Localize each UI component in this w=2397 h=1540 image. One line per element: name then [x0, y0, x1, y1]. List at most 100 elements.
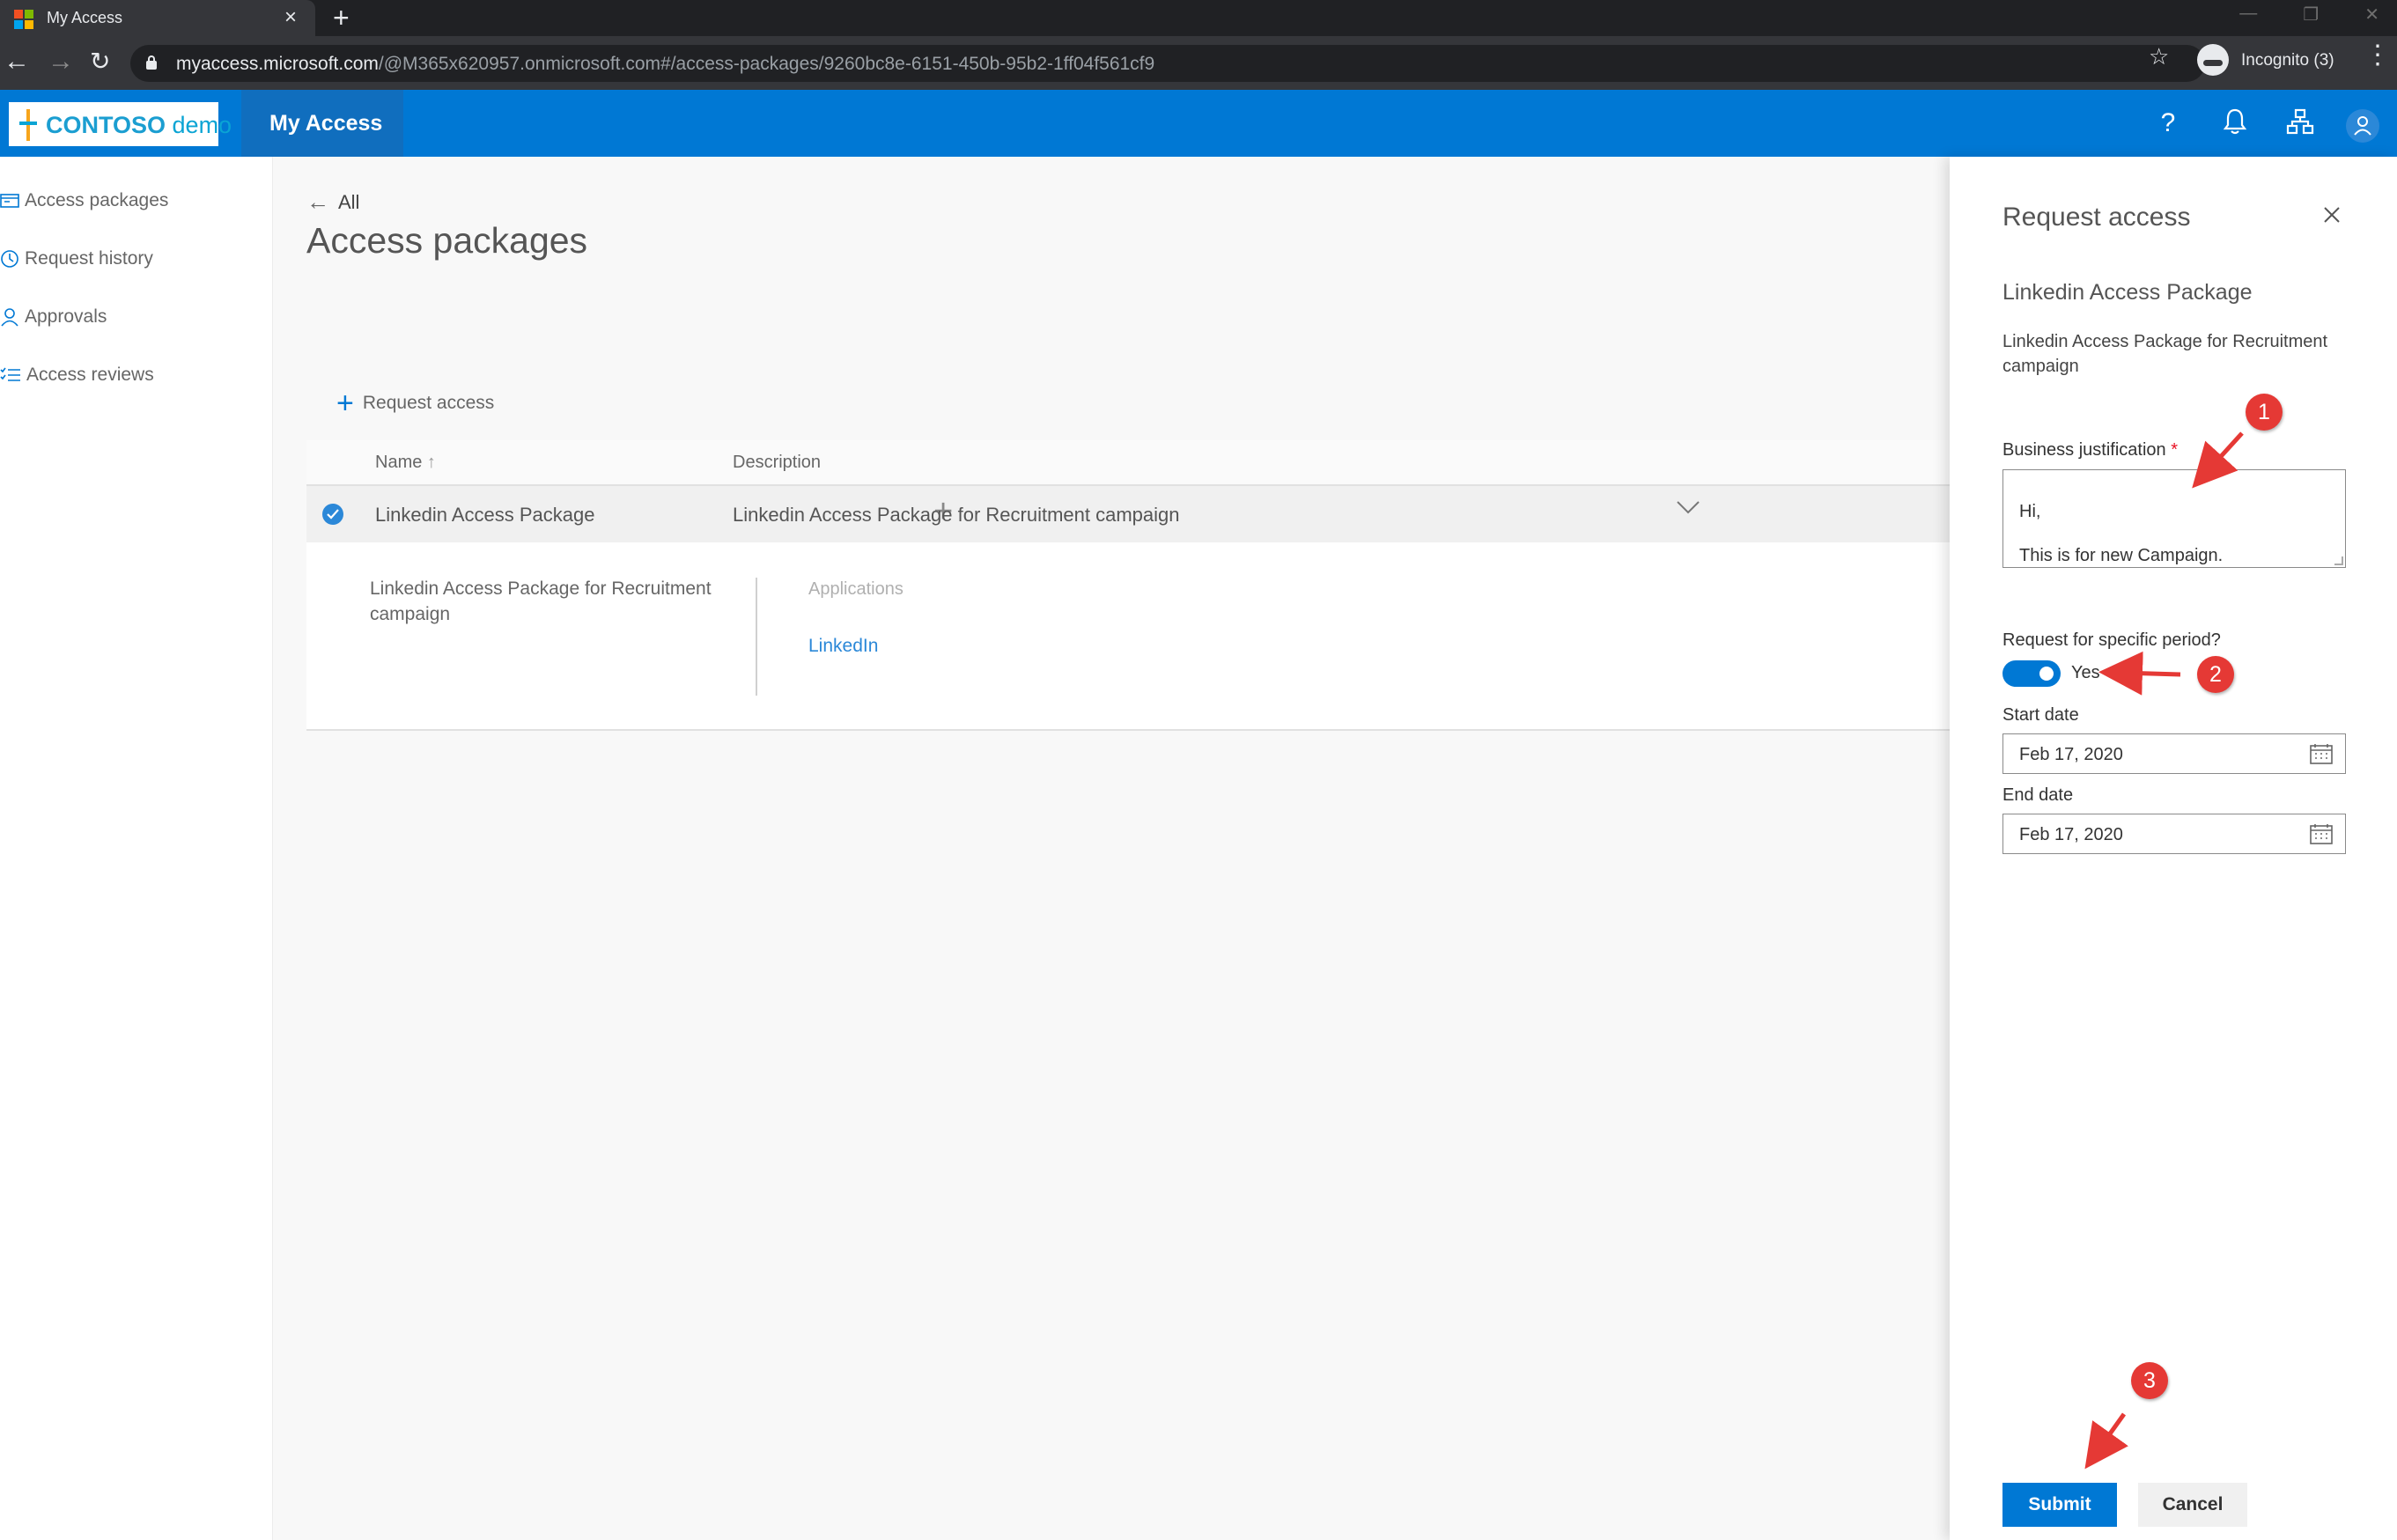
period-label: Request for specific period? — [2002, 630, 2221, 650]
cancel-button[interactable]: Cancel — [2138, 1483, 2247, 1527]
history-icon — [1, 250, 18, 268]
row-name: Linkedin Access Package — [375, 504, 595, 526]
browser-menu-icon[interactable]: ⋮ — [2364, 42, 2391, 69]
browser-toolbar: ← → ↻ myaccess.microsoft.com/@M365x62095… — [0, 36, 2397, 90]
back-arrow-icon: ← — [306, 188, 329, 215]
help-icon[interactable]: ? — [2152, 107, 2184, 139]
package-name: Linkedin Access Package — [2002, 280, 2253, 305]
calendar-icon[interactable] — [2310, 743, 2333, 764]
panel-title: Request access — [2002, 203, 2191, 232]
back-to-all-link[interactable]: ← All — [306, 188, 359, 216]
url-host: myaccess.microsoft.com — [176, 54, 379, 74]
sidebar-item-access-reviews[interactable]: Access reviews — [0, 357, 154, 393]
sidebar-item-label: Access packages — [25, 190, 169, 210]
tab-title: My Access — [47, 9, 123, 26]
access-packages-icon — [0, 194, 19, 208]
bookmark-star-icon[interactable]: ☆ — [2149, 45, 2169, 68]
incognito-indicator[interactable]: Incognito (3) — [2197, 44, 2338, 83]
detail-divider — [756, 578, 757, 696]
incognito-icon — [2197, 44, 2229, 76]
application-link-linkedin[interactable]: LinkedIn — [808, 636, 878, 657]
logo-mark-icon — [19, 109, 37, 141]
sidebar-item-label: Access reviews — [26, 365, 154, 385]
app-header: CONTOSO demo My Access ? — [0, 90, 2397, 157]
applications-label: Applications — [808, 579, 903, 599]
microsoft-logo-icon — [14, 10, 33, 29]
app-title-box[interactable]: My Access — [241, 90, 403, 157]
logo-suffix: demo — [172, 112, 232, 138]
url-text: myaccess.microsoft.com/@M365x620957.onmi… — [176, 54, 1154, 75]
sort-ascending-icon: ↑ — [426, 453, 436, 472]
logo-brand: CONTOSO — [46, 112, 166, 138]
column-name-label: Name — [375, 453, 423, 472]
page-title: Access packages — [306, 220, 588, 261]
table-header: Name ↑ Description — [306, 440, 1950, 486]
table-row[interactable]: Linkedin Access Package + Linkedin Acces… — [306, 486, 1950, 542]
person-icon — [1, 308, 18, 327]
annotation-badge-1: 1 — [2246, 394, 2283, 431]
request-access-panel: Request access Linkedin Access Package L… — [1950, 157, 2397, 1540]
required-mark: * — [2171, 440, 2179, 460]
app-title: My Access — [269, 111, 383, 136]
url-path: /@M365x620957.onmicrosoft.com#/access-pa… — [378, 54, 1155, 74]
command-bar: + Request access — [306, 388, 1950, 424]
chevron-down-icon[interactable] — [1677, 500, 1700, 514]
specific-period-toggle[interactable] — [2002, 660, 2061, 687]
start-date-value: Feb 17, 2020 — [2019, 745, 2123, 764]
end-date-value: Feb 17, 2020 — [2019, 825, 2123, 844]
browser-tab-strip: My Access × + — ❐ ✕ — [0, 0, 2397, 36]
left-navigation: Access packages Request history Approval… — [0, 157, 273, 1540]
end-date-label: End date — [2002, 785, 2074, 805]
new-tab-icon[interactable]: + — [333, 2, 350, 34]
column-header-description[interactable]: Description — [733, 453, 821, 473]
restore-icon[interactable]: ❐ — [2303, 4, 2319, 26]
row-selected-check-icon[interactable] — [322, 504, 343, 525]
justification-label-text: Business justification — [2002, 440, 2166, 460]
notification-bell-icon[interactable] — [2219, 107, 2251, 139]
business-justification-textarea[interactable]: Hi, This is for new Campaign. — [2002, 469, 2346, 568]
contoso-logo[interactable]: CONTOSO demo — [9, 102, 232, 146]
justification-value: Hi, This is for new Campaign. — [2019, 502, 2224, 565]
incognito-label: Incognito (3) — [2241, 51, 2334, 70]
back-label: All — [338, 190, 360, 213]
calendar-icon[interactable] — [2310, 823, 2333, 844]
user-avatar-icon[interactable] — [2346, 109, 2379, 143]
minimize-icon[interactable]: — — [2239, 4, 2257, 26]
reload-icon[interactable]: ↻ — [90, 47, 110, 76]
package-description: Linkedin Access Package for Recruitment … — [2002, 332, 2328, 376]
forward-icon[interactable]: → — [48, 47, 74, 77]
sidebar-item-access-packages[interactable]: Access packages — [0, 183, 168, 218]
sidebar-item-request-history[interactable]: Request history — [0, 241, 153, 276]
row-description: Linkedin Access Package for Recruitment … — [733, 504, 1180, 526]
logo-text: CONTOSO demo — [46, 112, 232, 139]
lock-icon — [146, 55, 157, 70]
row-detail: Linkedin Access Package for Recruitment … — [306, 542, 1950, 731]
main-content: ← All Access packages + Request access N… — [273, 157, 1950, 1540]
address-bar[interactable]: myaccess.microsoft.com/@M365x620957.onmi… — [130, 45, 2205, 82]
start-date-input[interactable]: Feb 17, 2020 — [2002, 733, 2346, 774]
end-date-input[interactable]: Feb 17, 2020 — [2002, 814, 2346, 854]
window-controls: — ❐ ✕ — [2239, 4, 2379, 26]
checklist-icon — [0, 367, 20, 381]
sidebar-item-approvals[interactable]: Approvals — [0, 299, 107, 335]
column-header-name[interactable]: Name ↑ — [375, 453, 436, 473]
access-packages-table: Name ↑ Description Linkedin Access Packa… — [306, 440, 1950, 731]
annotation-badge-2: 2 — [2197, 656, 2234, 693]
org-chart-icon[interactable] — [2284, 107, 2316, 139]
start-date-label: Start date — [2002, 705, 2079, 725]
request-access-button[interactable]: + Request access — [336, 388, 494, 418]
sidebar-item-label: Approvals — [25, 306, 107, 327]
close-window-icon[interactable]: ✕ — [2364, 4, 2379, 26]
request-access-label: Request access — [362, 393, 495, 413]
justification-label: Business justification * — [2002, 440, 2178, 461]
resize-grip-icon[interactable] — [2334, 556, 2343, 565]
detail-description: Linkedin Access Package for Recruitment … — [370, 578, 712, 624]
close-icon[interactable] — [2320, 203, 2344, 227]
toggle-state-text: Yes — [2071, 663, 2100, 682]
annotation-badge-3: 3 — [2131, 1362, 2168, 1399]
browser-tab[interactable]: My Access × — [0, 0, 315, 36]
back-icon[interactable]: ← — [4, 47, 30, 77]
tab-close-icon[interactable]: × — [284, 5, 297, 30]
sidebar-item-label: Request history — [25, 248, 153, 269]
submit-button[interactable]: Submit — [2002, 1483, 2117, 1527]
